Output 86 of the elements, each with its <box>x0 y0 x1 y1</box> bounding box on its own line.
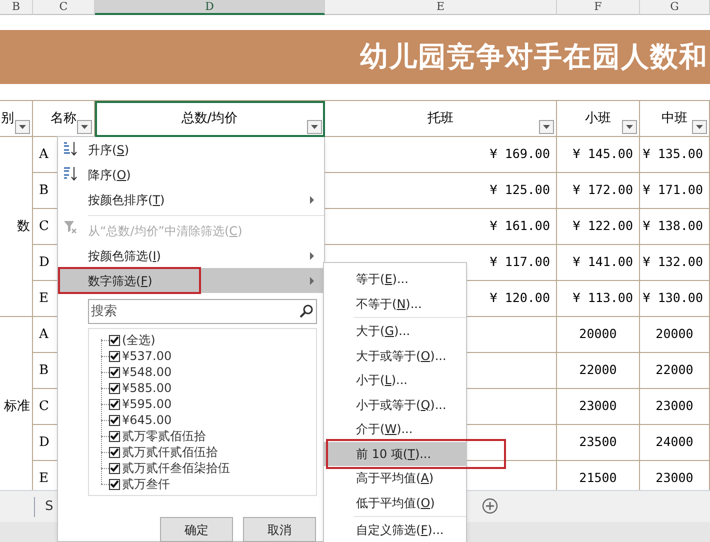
filter-dropdown-button[interactable] <box>307 120 322 134</box>
sheet-title: 幼儿园竞争对手在园人数和 <box>360 39 709 75</box>
column-header[interactable]: G <box>640 0 710 15</box>
table-cell: ¥ 122.00 <box>557 209 640 245</box>
table-cell: 20000 <box>640 317 710 353</box>
value-label: ¥585.00 <box>122 380 172 397</box>
dialog-button[interactable]: 确定 <box>160 517 233 542</box>
menu-item[interactable]: 自定义筛选(F)... <box>324 515 466 542</box>
filter-dropdown-button[interactable] <box>692 120 707 134</box>
caret-icon <box>542 124 551 130</box>
value-label: 贰万零贰佰伍拾 <box>122 428 206 445</box>
value-label: ¥548.00 <box>122 364 172 381</box>
menu-item[interactable]: 大于(G)... <box>324 316 466 344</box>
menu-item[interactable]: 小于(L)... <box>324 368 466 392</box>
value-label: 贰万贰仟叁佰柒拾伍 <box>122 460 230 477</box>
table-cell: ¥ 138.00 <box>640 209 710 245</box>
table-cell: 23000 <box>557 389 640 425</box>
column-header[interactable]: D <box>95 0 325 15</box>
table-cell: ¥ 135.00 <box>640 137 710 173</box>
sort-descending-icon <box>63 166 78 182</box>
checkbox[interactable] <box>109 478 120 490</box>
table-cell: 22000 <box>557 353 640 389</box>
value-label: 贰万贰仟贰佰伍拾 <box>122 444 218 461</box>
header-cell: 总数/均价 <box>95 101 325 137</box>
checkbox[interactable] <box>109 462 120 474</box>
submenu-arrow-icon <box>310 196 314 204</box>
table-cell: 24000 <box>640 425 710 461</box>
table-cell: ¥ 113.00 <box>557 281 640 317</box>
checkbox[interactable] <box>109 430 120 442</box>
table-cell: ¥ 132.00 <box>640 245 710 281</box>
table-cell: 23500 <box>557 425 640 461</box>
table-cell: ¥ 130.00 <box>640 281 710 317</box>
filter-dropdown-button[interactable] <box>539 120 554 134</box>
checkbox[interactable] <box>109 446 120 458</box>
menu-item[interactable]: 介于(W)... <box>324 417 466 442</box>
search-icon <box>299 304 313 318</box>
value-label: ¥537.00 <box>122 348 172 365</box>
checkbox[interactable] <box>109 334 120 346</box>
sort-ascending-icon <box>63 141 78 157</box>
header-cell: 托班 <box>325 101 557 137</box>
menu-item[interactable]: 数字筛选(F) <box>58 268 324 293</box>
checkbox[interactable] <box>109 398 120 410</box>
column-header[interactable]: B <box>0 0 33 15</box>
column-header[interactable]: E <box>325 0 557 15</box>
table-cell: ¥ 171.00 <box>640 173 710 209</box>
menu-item[interactable]: 小于或等于(Q)... <box>324 392 466 417</box>
caret-icon <box>80 124 89 130</box>
table-cell: 23000 <box>640 389 710 425</box>
menu-item[interactable]: 前 10 项(T)... <box>324 442 466 466</box>
checkbox[interactable] <box>109 350 120 362</box>
add-sheet-icon[interactable] <box>482 498 498 514</box>
table-cell: 22000 <box>640 353 710 389</box>
value-label: (全选) <box>122 332 156 349</box>
menu-item[interactable]: 不等于(N)... <box>324 292 466 316</box>
caret-icon <box>695 124 704 130</box>
sheet-tab[interactable]: S <box>35 496 54 516</box>
header-cell: 别 <box>0 101 33 137</box>
header-cell: 小班 <box>557 101 640 137</box>
value-label: ¥595.00 <box>122 396 172 413</box>
submenu-arrow-icon <box>310 252 314 260</box>
caret-icon <box>310 124 319 130</box>
checkbox[interactable] <box>109 414 120 426</box>
menu-item[interactable]: 高于平均值(A) <box>324 466 466 490</box>
clear-filter-icon <box>63 219 78 235</box>
value-label: 贰万叁仟 <box>122 476 170 493</box>
caret-icon <box>625 124 634 130</box>
checkbox[interactable] <box>109 382 120 394</box>
filter-dropdown-button[interactable] <box>77 120 92 134</box>
value-label: ¥645.00 <box>122 412 172 429</box>
caret-icon <box>18 124 27 130</box>
group-cell: 数 <box>0 137 33 317</box>
table-cell: 20000 <box>557 317 640 353</box>
checkbox[interactable] <box>109 366 120 378</box>
filter-dropdown-button[interactable] <box>15 120 30 134</box>
column-header[interactable]: F <box>557 0 640 15</box>
menu-item[interactable]: 低于平均值(O) <box>324 490 466 515</box>
table-cell: ¥ 141.00 <box>557 245 640 281</box>
table-cell: ¥ 172.00 <box>557 173 640 209</box>
filter-dropdown-button[interactable] <box>622 120 637 134</box>
submenu-arrow-icon <box>310 276 314 284</box>
dialog-button[interactable]: 取消 <box>243 517 316 542</box>
column-header[interactable]: C <box>33 0 95 15</box>
menu-item[interactable]: 大于或等于(O)... <box>324 344 466 368</box>
search-field[interactable]: 搜索 <box>88 299 317 324</box>
table-cell: ¥ 145.00 <box>557 137 640 173</box>
header-cell: 中班 <box>640 101 710 137</box>
